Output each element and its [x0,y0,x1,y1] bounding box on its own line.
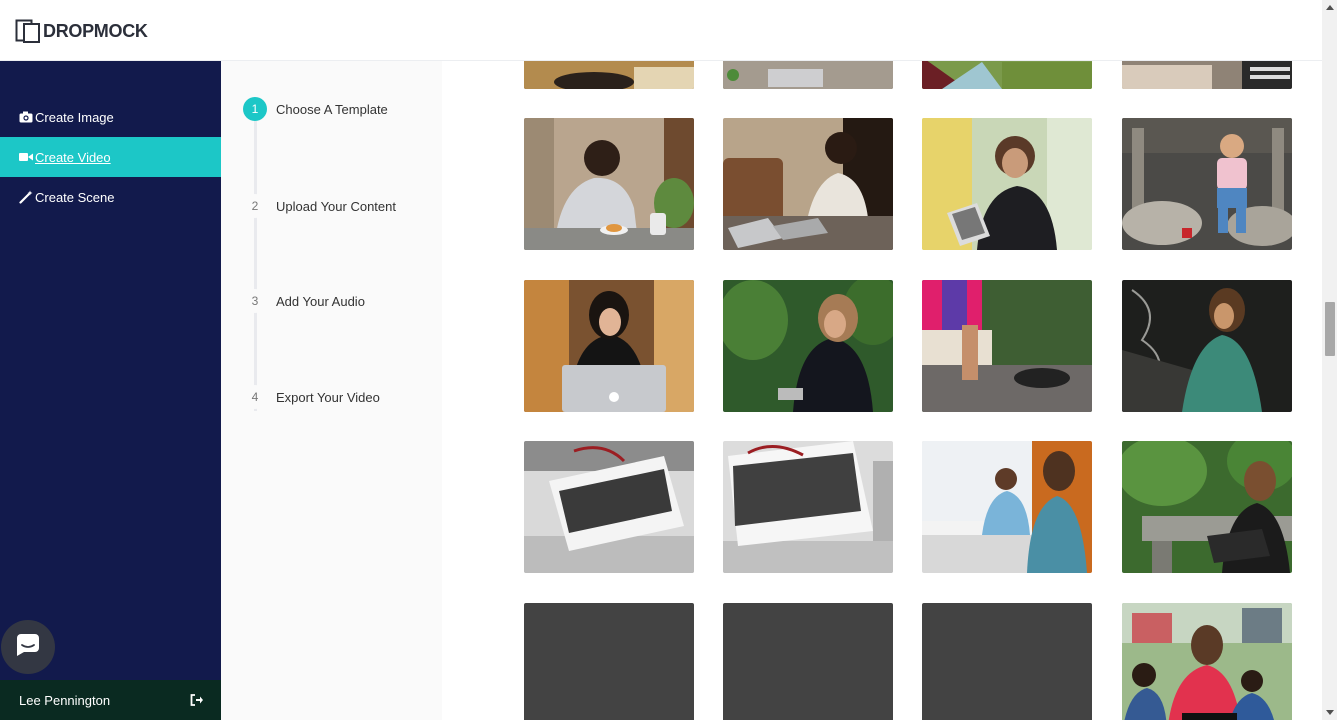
template-thumbnail[interactable] [1122,603,1292,720]
step-label: Upload Your Content [276,198,396,214]
template-thumbnail-placeholder[interactable] [922,603,1092,720]
sidebar-item-label: Create Video [35,149,111,165]
scroll-up-arrow-icon[interactable] [1322,0,1337,15]
logo-icon [15,19,41,43]
step-number: 1 [243,97,267,121]
template-thumbnail[interactable] [1122,280,1292,412]
template-thumbnail[interactable] [723,280,893,412]
user-name: Lee Pennington [19,692,111,708]
template-thumbnail[interactable] [524,441,694,573]
step-export-video[interactable]: 4 Export Your Video [243,385,380,409]
scroll-down-arrow-icon[interactable] [1322,705,1337,720]
sidebar-item-create-scene[interactable]: Create Scene [0,177,221,217]
step-number: 4 [243,385,267,409]
template-thumbnail[interactable] [524,61,694,89]
template-thumbnail[interactable] [723,441,893,573]
sidebar-item-label: Create Scene [35,189,115,205]
chat-icon [15,632,41,663]
logo[interactable]: DROPMOCK [15,19,148,43]
logout-icon[interactable] [189,693,203,707]
step-number: 2 [243,194,267,218]
template-thumbnail[interactable] [922,441,1092,573]
vertical-scrollbar[interactable] [1322,0,1337,720]
template-thumbnail[interactable] [1122,441,1292,573]
steps-panel: 1 Choose A Template 2 Upload Your Conten… [221,61,442,720]
step-label: Choose A Template [276,101,388,117]
top-bar: DROPMOCK [0,0,1322,61]
template-thumbnail[interactable] [1122,118,1292,250]
chat-launcher-button[interactable] [1,620,55,674]
step-label: Add Your Audio [276,293,365,309]
step-add-audio[interactable]: 3 Add Your Audio [243,289,365,313]
step-choose-template[interactable]: 1 Choose A Template [243,97,388,121]
sidebar-item-label: Create Image [35,109,114,125]
logo-text: DROPMOCK [43,20,148,41]
user-bar: Lee Pennington [0,680,221,720]
template-thumbnail[interactable] [723,118,893,250]
scrollbar-thumb[interactable] [1325,302,1335,356]
sidebar-item-create-video[interactable]: Create Video [0,137,221,177]
template-thumbnail[interactable] [524,280,694,412]
step-upload-content[interactable]: 2 Upload Your Content [243,194,396,218]
template-grid [442,61,1322,720]
template-thumbnail[interactable] [1122,61,1292,89]
camera-icon [19,110,33,124]
magic-wand-icon [19,190,33,204]
step-label: Export Your Video [276,389,380,405]
template-thumbnail[interactable] [922,280,1092,412]
video-camera-icon [19,150,33,164]
step-number: 3 [243,289,267,313]
template-thumbnail-placeholder[interactable] [524,603,694,720]
template-thumbnail-placeholder[interactable] [723,603,893,720]
template-thumbnail[interactable] [922,118,1092,250]
template-thumbnail[interactable] [922,61,1092,89]
sidebar-item-create-image[interactable]: Create Image [0,97,221,137]
template-thumbnail[interactable] [723,61,893,89]
template-thumbnail[interactable] [524,118,694,250]
steps-connector [254,121,257,411]
